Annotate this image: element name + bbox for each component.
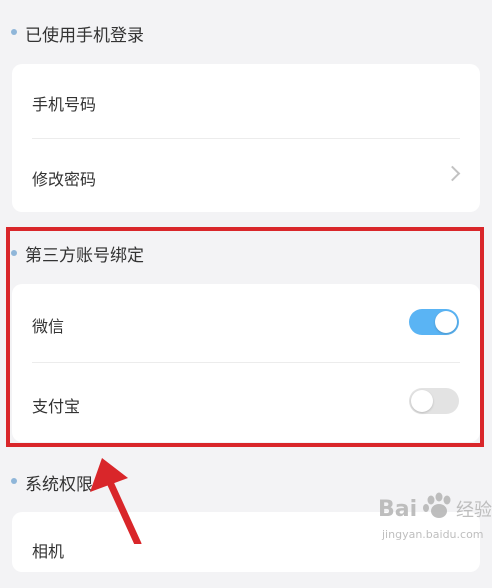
chevron-right-icon (444, 165, 461, 182)
section-bullet (11, 250, 17, 256)
section-header-login: 已使用手机登录 (0, 2, 492, 62)
toggle-knob (411, 390, 433, 412)
toggle-knob (435, 311, 457, 333)
svg-text:经验: 经验 (456, 500, 492, 521)
section-bullet (11, 478, 17, 484)
baidu-jingyan-watermark: Bai 经验 jingyan.baidu.com (376, 486, 492, 544)
section-title-system: 系统权限 (25, 475, 93, 495)
row-label-camera: 相机 (32, 542, 65, 561)
login-card: 手机号码 修改密码 (12, 64, 480, 212)
row-wechat[interactable]: 微信 (12, 284, 480, 360)
svg-text:jingyan.baidu.com: jingyan.baidu.com (381, 528, 484, 541)
alipay-toggle[interactable] (409, 388, 459, 414)
baidu-paw-logo-icon: Bai 经验 jingyan.baidu.com (378, 492, 492, 541)
section-header-third-party: 第三方账号绑定 (0, 223, 492, 283)
row-label-wechat: 微信 (32, 317, 65, 336)
wechat-toggle[interactable] (409, 309, 459, 335)
row-label-phone-number: 手机号码 (32, 95, 97, 114)
row-change-password[interactable]: 修改密码 (12, 138, 480, 214)
row-alipay[interactable]: 支付宝 (12, 363, 480, 439)
row-label-change-password: 修改密码 (32, 170, 97, 189)
row-label-alipay: 支付宝 (32, 397, 81, 416)
section-title-login: 已使用手机登录 (25, 26, 144, 46)
row-phone-number[interactable]: 手机号码 (12, 64, 480, 140)
third-party-card: 微信 支付宝 (12, 284, 480, 442)
svg-text:Bai: Bai (378, 497, 417, 522)
section-title-third-party: 第三方账号绑定 (25, 246, 144, 266)
section-bullet (11, 29, 17, 35)
